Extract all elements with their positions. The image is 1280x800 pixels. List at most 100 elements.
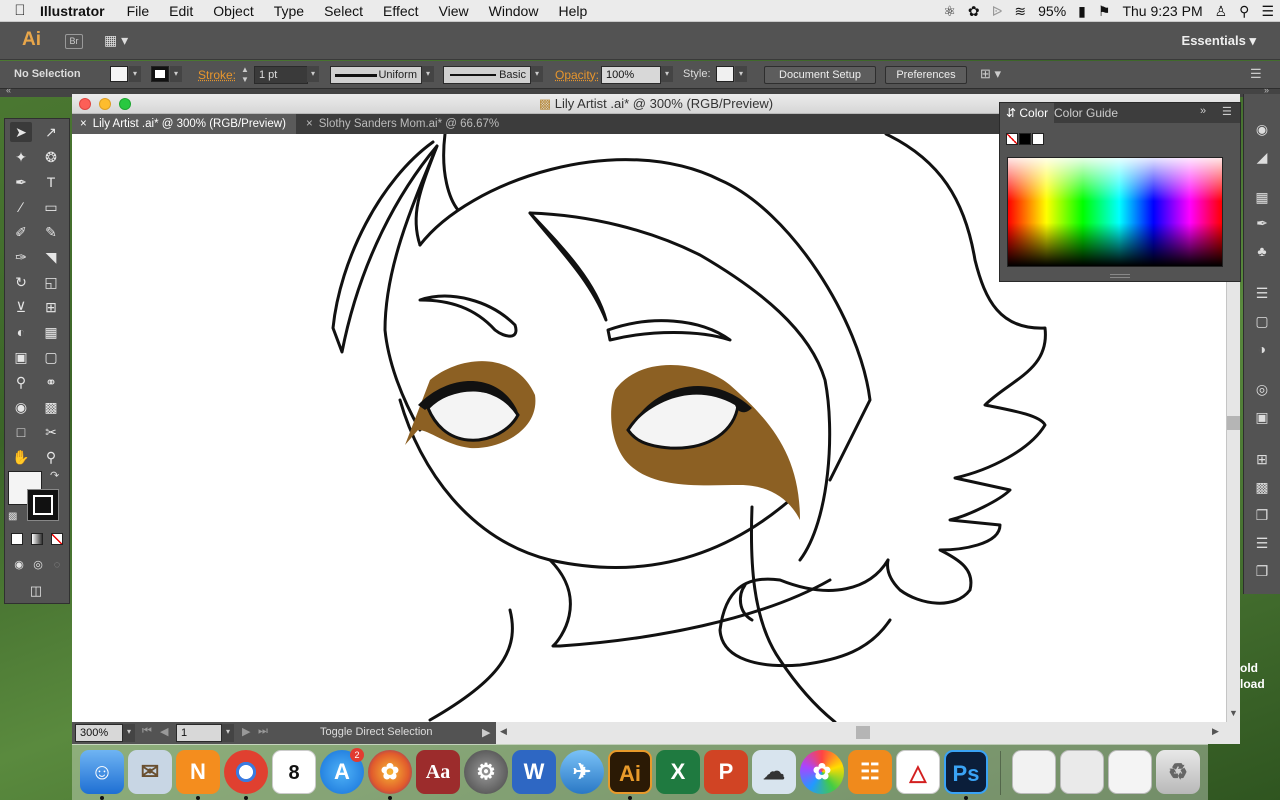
appearance-icon[interactable]: ◎: [1252, 380, 1272, 398]
type-tool-icon[interactable]: T: [40, 172, 62, 192]
first-artboard-icon[interactable]: ⏮: [142, 725, 152, 738]
opacity-dropdown-icon[interactable]: ▾: [661, 66, 673, 82]
vertical-scroll-thumb[interactable]: [1227, 416, 1240, 430]
word-icon[interactable]: W: [512, 750, 556, 794]
system-preferences-icon[interactable]: ⚙: [464, 750, 508, 794]
bridge-button[interactable]: Br: [65, 34, 83, 49]
app-menu[interactable]: Illustrator: [40, 3, 105, 19]
default-fill-stroke-icon[interactable]: ▩: [8, 511, 17, 522]
symbol-sprayer-tool-icon[interactable]: ◉: [10, 397, 32, 417]
horizontal-scroll-thumb[interactable]: [856, 726, 870, 739]
stroke-dropdown-icon[interactable]: ▾: [170, 66, 182, 82]
paintbrush-tool-icon[interactable]: ✐: [10, 222, 32, 242]
menu-select[interactable]: Select: [324, 3, 363, 19]
artboard-tool-icon[interactable]: □: [10, 422, 32, 442]
previous-artboard-icon[interactable]: ◀: [160, 725, 168, 738]
graphic-styles-icon[interactable]: ▣: [1252, 408, 1272, 426]
wifi-icon[interactable]: ≋: [1014, 0, 1026, 22]
creative-cloud-icon[interactable]: ⚛: [943, 0, 956, 22]
width-tool-icon[interactable]: ⊻: [10, 297, 32, 317]
preferences-button[interactable]: Preferences: [885, 66, 967, 84]
brushes-icon[interactable]: ✒: [1252, 214, 1272, 232]
stroke-stepper-icon[interactable]: ▲ ▼: [238, 65, 252, 85]
lasso-tool-icon[interactable]: ❂: [40, 147, 62, 167]
symbols-icon[interactable]: ♣: [1252, 242, 1272, 260]
fill-dropdown-icon[interactable]: ▾: [129, 66, 141, 82]
brush-definition[interactable]: Basic: [443, 66, 531, 84]
preview-icon[interactable]: ☁: [752, 750, 796, 794]
variable-width-profile[interactable]: Uniform: [330, 66, 422, 84]
us-flag-icon[interactable]: ⚑: [1098, 0, 1111, 22]
powerpoint-icon[interactable]: P: [704, 750, 748, 794]
stroke-color-box[interactable]: [27, 489, 59, 521]
profile-dropdown-icon[interactable]: ▾: [422, 66, 434, 82]
acrobat-icon[interactable]: △: [896, 750, 940, 794]
apple-menu-icon[interactable]: : [0, 2, 40, 19]
opacity-field[interactable]: 100%: [601, 66, 661, 84]
zoom-tool-icon[interactable]: ⚲: [40, 447, 62, 467]
gradient-tool-icon[interactable]: ▢: [40, 347, 62, 367]
scale-tool-icon[interactable]: ◱: [40, 272, 62, 292]
menu-type[interactable]: Type: [274, 3, 304, 19]
downloads-stack-icon[interactable]: [1012, 750, 1056, 794]
slice-tool-icon[interactable]: ✂: [40, 422, 62, 442]
color-spectrum[interactable]: [1007, 157, 1223, 267]
stroke-weight-dropdown-icon[interactable]: ▾: [307, 66, 319, 82]
tab-lily-artist[interactable]: × Lily Artist .ai* @ 300% (RGB/Preview): [72, 114, 296, 134]
direct-selection-tool-icon[interactable]: ↗: [40, 122, 62, 142]
paw-icon[interactable]: ✿: [968, 0, 980, 22]
menu-window[interactable]: Window: [489, 3, 539, 19]
transparency-icon[interactable]: ◑: [1252, 340, 1272, 358]
draw-inside-icon[interactable]: ◌: [46, 555, 68, 575]
shape-builder-tool-icon[interactable]: ◐: [10, 322, 32, 342]
perspective-grid-tool-icon[interactable]: ▦: [40, 322, 62, 342]
stroke-weight-field[interactable]: 1 pt: [254, 66, 308, 84]
screenshot-stack-icon[interactable]: [1108, 750, 1152, 794]
stroke-swatch[interactable]: [151, 66, 169, 82]
screen-mode-icon[interactable]: ◫: [25, 581, 47, 601]
trash-icon[interactable]: ♻: [1156, 750, 1200, 794]
zoom-dropdown-icon[interactable]: ▾: [123, 724, 135, 742]
photos-icon[interactable]: ✿: [800, 750, 844, 794]
panel-expand-icon[interactable]: »: [1200, 105, 1206, 117]
menu-view[interactable]: View: [439, 3, 469, 19]
graphic-style-swatch[interactable]: [716, 66, 734, 82]
eyedropper-tool-icon[interactable]: ⚲: [10, 372, 32, 392]
menu-help[interactable]: Help: [558, 3, 587, 19]
none-swatch[interactable]: [1006, 133, 1018, 145]
chrome-icon[interactable]: [224, 750, 268, 794]
minimize-window-button[interactable]: [99, 98, 111, 110]
magic-wand-tool-icon[interactable]: ✦: [10, 147, 32, 167]
collapse-toolbox-icon[interactable]: «: [6, 85, 11, 95]
selection-tool-icon[interactable]: ➤: [10, 122, 32, 142]
mail-icon[interactable]: ✈: [560, 750, 604, 794]
line-segment-tool-icon[interactable]: ∕: [10, 197, 32, 217]
close-tab-icon[interactable]: ×: [306, 118, 313, 130]
transform-panel-icon[interactable]: ⊞: [1252, 450, 1272, 468]
menu-object[interactable]: Object: [213, 3, 253, 19]
style-dropdown-icon[interactable]: ▾: [735, 66, 747, 82]
mail-preview-icon[interactable]: ✉: [128, 750, 172, 794]
menu-edit[interactable]: Edit: [169, 3, 193, 19]
bluetooth-icon[interactable]: ᐉ: [992, 0, 1003, 22]
align-panel-icon[interactable]: ▩: [1252, 478, 1272, 496]
excel-icon[interactable]: X: [656, 750, 700, 794]
blob-brush-tool-icon[interactable]: ✑: [10, 247, 32, 267]
swatches-icon[interactable]: ▦: [1252, 188, 1272, 206]
layers-icon[interactable]: ☰: [1252, 534, 1272, 552]
pen-tool-icon[interactable]: ✒: [10, 172, 32, 192]
finder-icon[interactable]: ☺: [80, 750, 124, 794]
swap-fill-stroke-icon[interactable]: ↷: [50, 469, 59, 482]
close-window-button[interactable]: [79, 98, 91, 110]
document-setup-button[interactable]: Document Setup: [764, 66, 876, 84]
panel-menu-icon[interactable]: ☰: [1222, 105, 1232, 118]
next-artboard-icon[interactable]: ▶: [242, 725, 250, 738]
color-guide-icon[interactable]: ◢: [1252, 148, 1272, 166]
illustrator-dock-icon[interactable]: Ai: [608, 750, 652, 794]
last-artboard-icon[interactable]: ⏭: [258, 725, 268, 738]
control-panel-menu-icon[interactable]: ☰: [1250, 66, 1262, 82]
workspace-switcher[interactable]: Essentials ▾: [1182, 33, 1256, 49]
panel-resize-grip[interactable]: [1110, 274, 1130, 278]
gradient-panel-icon[interactable]: ▢: [1252, 312, 1272, 330]
clock[interactable]: Thu 9:23 PM: [1122, 3, 1202, 19]
